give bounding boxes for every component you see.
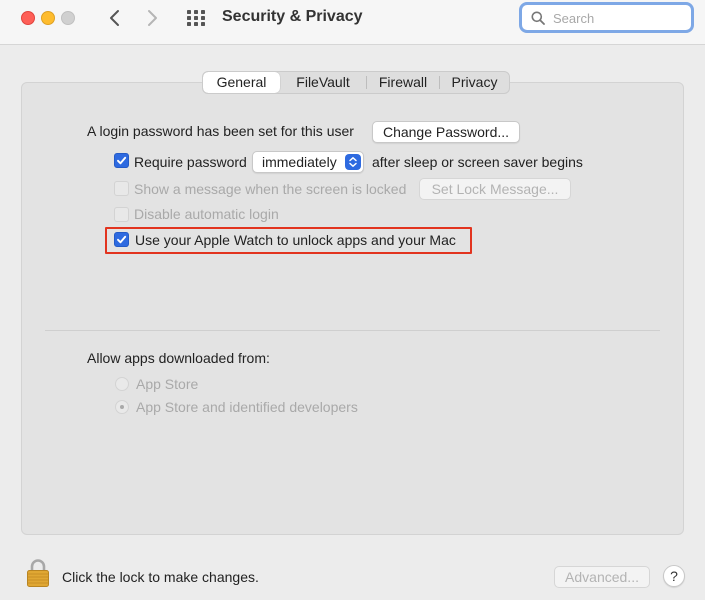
change-password-button[interactable]: Change Password...: [372, 121, 520, 143]
radio-identified-developers-label: App Store and identified developers: [136, 399, 358, 415]
advanced-button[interactable]: Advanced...: [554, 566, 650, 588]
chevron-left-icon: [110, 10, 119, 26]
radio-identified-developers[interactable]: [115, 400, 129, 414]
back-button[interactable]: [104, 6, 126, 30]
grid-icon: [187, 10, 205, 26]
lock-text: Click the lock to make changes.: [62, 569, 259, 585]
updown-chevron-icon: [345, 154, 361, 170]
show-message-label: Show a message when the screen is locked: [134, 181, 407, 197]
radio-app-store[interactable]: [115, 377, 129, 391]
checkmark-icon: [117, 235, 127, 244]
help-button[interactable]: ?: [663, 565, 685, 587]
allow-apps-heading: Allow apps downloaded from:: [87, 350, 270, 366]
tab-filevault[interactable]: FileVault: [280, 72, 366, 93]
select-value: immediately: [262, 154, 337, 170]
search-field[interactable]: [519, 2, 694, 33]
section-divider: [45, 330, 660, 331]
require-password-select[interactable]: immediately: [252, 151, 364, 173]
general-panel: [21, 82, 684, 535]
close-window-button[interactable]: [21, 11, 35, 25]
title-bar: Security & Privacy: [0, 0, 705, 45]
require-password-checkbox[interactable]: [114, 153, 129, 168]
search-icon: [531, 11, 545, 25]
zoom-window-button[interactable]: [61, 11, 75, 25]
radio-app-store-label: App Store: [136, 376, 199, 392]
lock-icon[interactable]: [26, 558, 50, 588]
search-input[interactable]: [553, 8, 688, 28]
tab-privacy[interactable]: Privacy: [440, 72, 509, 93]
show-all-button[interactable]: [185, 8, 207, 28]
disable-auto-login-label: Disable automatic login: [134, 206, 279, 222]
chevron-right-icon: [148, 10, 157, 26]
show-message-checkbox[interactable]: [114, 181, 129, 196]
apple-watch-checkbox[interactable]: [114, 232, 129, 247]
disable-auto-login-checkbox[interactable]: [114, 207, 129, 222]
require-password-label: Require password: [134, 154, 247, 170]
apple-watch-label: Use your Apple Watch to unlock apps and …: [135, 232, 456, 248]
tab-general[interactable]: General: [203, 72, 280, 93]
tab-firewall[interactable]: Firewall: [367, 72, 439, 93]
tab-bar: General FileVault Firewall Privacy: [202, 71, 510, 94]
require-password-suffix: after sleep or screen saver begins: [372, 154, 583, 170]
set-lock-message-button[interactable]: Set Lock Message...: [419, 178, 571, 200]
checkmark-icon: [117, 156, 127, 165]
minimize-window-button[interactable]: [41, 11, 55, 25]
window-title: Security & Privacy: [222, 8, 363, 25]
login-password-label: A login password has been set for this u…: [87, 123, 354, 139]
forward-button[interactable]: [141, 6, 163, 30]
